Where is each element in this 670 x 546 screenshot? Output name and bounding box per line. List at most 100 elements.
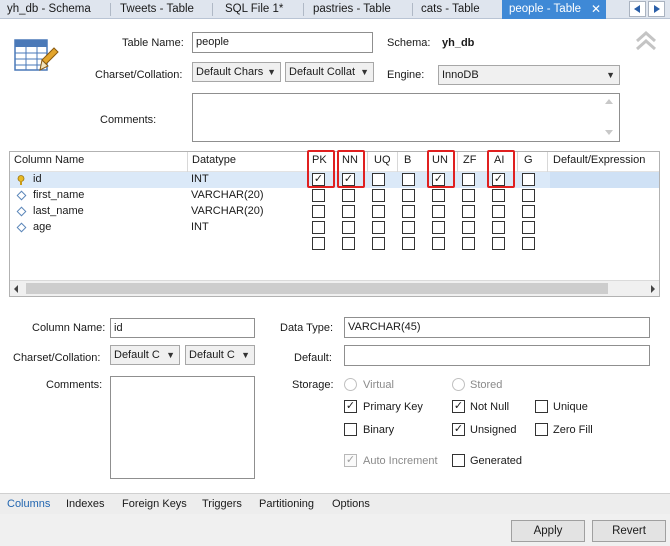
revert-button[interactable]: Revert bbox=[592, 520, 666, 542]
flag-checkbox-un[interactable] bbox=[432, 237, 445, 250]
flag-checkbox-b[interactable] bbox=[402, 173, 415, 186]
flag-checkbox-zf[interactable] bbox=[462, 237, 475, 250]
flag-checkbox-b[interactable] bbox=[402, 205, 415, 218]
cell-datatype[interactable]: INT bbox=[191, 173, 209, 185]
cell-datatype[interactable]: INT bbox=[191, 221, 209, 233]
header-datatype[interactable]: Datatype bbox=[192, 154, 236, 166]
subtab-indexes[interactable]: Indexes bbox=[66, 498, 105, 510]
column-charset-select[interactable]: Default C ▼ bbox=[110, 345, 180, 365]
column-collation-select[interactable]: Default C ▼ bbox=[185, 345, 255, 365]
stored-radio[interactable] bbox=[452, 378, 465, 391]
data-type-input[interactable]: VARCHAR(45) bbox=[344, 317, 650, 338]
subtab-foreign-keys[interactable]: Foreign Keys bbox=[122, 498, 187, 510]
table-name-input[interactable]: people bbox=[192, 32, 373, 53]
subtab-partitioning[interactable]: Partitioning bbox=[259, 498, 314, 510]
tab-sql-file-1[interactable]: SQL File 1* bbox=[218, 0, 300, 19]
comments-scrollbar[interactable] bbox=[603, 97, 615, 137]
generated-checkbox[interactable] bbox=[452, 454, 465, 467]
tab-scroll-left-button[interactable] bbox=[629, 1, 646, 17]
unsigned-checkbox[interactable]: ✓ bbox=[452, 423, 465, 436]
column-name-input[interactable]: id bbox=[110, 318, 255, 338]
subtab-options[interactable]: Options bbox=[332, 498, 370, 510]
cell-datatype[interactable]: VARCHAR(20) bbox=[191, 189, 264, 201]
flag-checkbox-un[interactable] bbox=[432, 189, 445, 202]
flag-checkbox-b[interactable] bbox=[402, 237, 415, 250]
flag-checkbox-zf[interactable] bbox=[462, 205, 475, 218]
cell-column-name[interactable]: last_name bbox=[33, 205, 84, 217]
table-row[interactable]: last_name VARCHAR(20) bbox=[10, 204, 659, 220]
tab-yh-db-schema[interactable]: yh_db - Schema bbox=[0, 0, 106, 19]
charset-select[interactable]: Default Chars ▼ bbox=[192, 62, 281, 82]
column-charset-label: Charset/Collation: bbox=[13, 352, 101, 364]
flag-checkbox-nn[interactable] bbox=[342, 189, 355, 202]
tab-cats-table[interactable]: cats - Table bbox=[414, 0, 500, 19]
header-column-name[interactable]: Column Name bbox=[14, 154, 84, 166]
flag-checkbox-uq[interactable] bbox=[372, 221, 385, 234]
flag-checkbox-uq[interactable] bbox=[372, 173, 385, 186]
cell-default-expression[interactable] bbox=[550, 172, 659, 188]
cell-datatype[interactable]: VARCHAR(20) bbox=[191, 205, 264, 217]
unique-checkbox[interactable] bbox=[535, 400, 548, 413]
flag-checkbox-ai[interactable] bbox=[492, 237, 505, 250]
collation-select[interactable]: Default Collat ▼ bbox=[285, 62, 374, 82]
not-null-checkbox[interactable]: ✓ bbox=[452, 400, 465, 413]
zero-fill-checkbox[interactable] bbox=[535, 423, 548, 436]
flag-checkbox-nn[interactable] bbox=[342, 205, 355, 218]
cell-column-name[interactable]: id bbox=[33, 173, 42, 185]
primary-key-checkbox[interactable]: ✓ bbox=[344, 400, 357, 413]
header-g[interactable]: G bbox=[524, 154, 533, 166]
flag-checkbox-b[interactable] bbox=[402, 189, 415, 202]
header-default-expression[interactable]: Default/Expression bbox=[553, 154, 645, 166]
tab-tweets-table[interactable]: Tweets - Table bbox=[113, 0, 209, 19]
flag-checkbox-ai[interactable] bbox=[492, 205, 505, 218]
close-tab-icon[interactable]: ✕ bbox=[591, 0, 601, 18]
flag-checkbox-nn[interactable] bbox=[342, 237, 355, 250]
flag-checkbox-g[interactable] bbox=[522, 205, 535, 218]
table-comments-textarea[interactable] bbox=[192, 93, 620, 142]
flag-checkbox-pk[interactable] bbox=[312, 189, 325, 202]
tab-people-table[interactable]: people - Table ✕ bbox=[502, 0, 606, 19]
header-zf[interactable]: ZF bbox=[463, 154, 476, 166]
header-uq[interactable]: UQ bbox=[374, 154, 391, 166]
flag-checkbox-g[interactable] bbox=[522, 189, 535, 202]
flag-checkbox-ai[interactable] bbox=[492, 221, 505, 234]
flag-checkbox-un[interactable] bbox=[432, 221, 445, 234]
table-row[interactable] bbox=[10, 236, 659, 252]
table-row[interactable]: first_name VARCHAR(20) bbox=[10, 188, 659, 204]
flag-checkbox-g[interactable] bbox=[522, 237, 535, 250]
apply-button[interactable]: Apply bbox=[511, 520, 585, 542]
default-input[interactable] bbox=[344, 345, 650, 366]
grid-horizontal-scrollbar[interactable] bbox=[10, 280, 659, 296]
flag-checkbox-pk[interactable] bbox=[312, 221, 325, 234]
table-row[interactable]: age INT bbox=[10, 220, 659, 236]
flag-checkbox-uq[interactable] bbox=[372, 189, 385, 202]
flag-checkbox-g[interactable] bbox=[522, 221, 535, 234]
tab-pastries-table[interactable]: pastries - Table bbox=[306, 0, 409, 19]
tab-scroll-right-button[interactable] bbox=[648, 1, 665, 17]
flag-checkbox-zf[interactable] bbox=[462, 221, 475, 234]
header-b[interactable]: B bbox=[404, 154, 411, 166]
flag-checkbox-ai[interactable] bbox=[492, 189, 505, 202]
flag-checkbox-g[interactable] bbox=[522, 173, 535, 186]
subtab-columns[interactable]: Columns bbox=[7, 498, 50, 510]
collapse-header-icon[interactable] bbox=[634, 30, 658, 52]
cell-column-name[interactable]: first_name bbox=[33, 189, 84, 201]
flag-checkbox-uq[interactable] bbox=[372, 237, 385, 250]
flag-checkbox-zf[interactable] bbox=[462, 173, 475, 186]
flag-checkbox-pk[interactable] bbox=[312, 205, 325, 218]
flag-checkbox-pk[interactable] bbox=[312, 237, 325, 250]
flag-checkbox-nn[interactable] bbox=[342, 221, 355, 234]
subtab-triggers[interactable]: Triggers bbox=[202, 498, 242, 510]
binary-checkbox[interactable] bbox=[344, 423, 357, 436]
flag-checkbox-zf[interactable] bbox=[462, 189, 475, 202]
cell-column-name[interactable]: age bbox=[33, 221, 51, 233]
virtual-radio[interactable] bbox=[344, 378, 357, 391]
columns-grid: Column Name Datatype PK NN UQ B UN ZF AI… bbox=[9, 150, 660, 297]
column-comments-textarea[interactable] bbox=[110, 376, 255, 479]
chevron-down-icon: ▼ bbox=[606, 70, 615, 80]
flag-checkbox-uq[interactable] bbox=[372, 205, 385, 218]
engine-select[interactable]: InnoDB ▼ bbox=[438, 65, 620, 85]
auto-increment-checkbox[interactable]: ✓ bbox=[344, 454, 357, 467]
flag-checkbox-un[interactable] bbox=[432, 205, 445, 218]
flag-checkbox-b[interactable] bbox=[402, 221, 415, 234]
